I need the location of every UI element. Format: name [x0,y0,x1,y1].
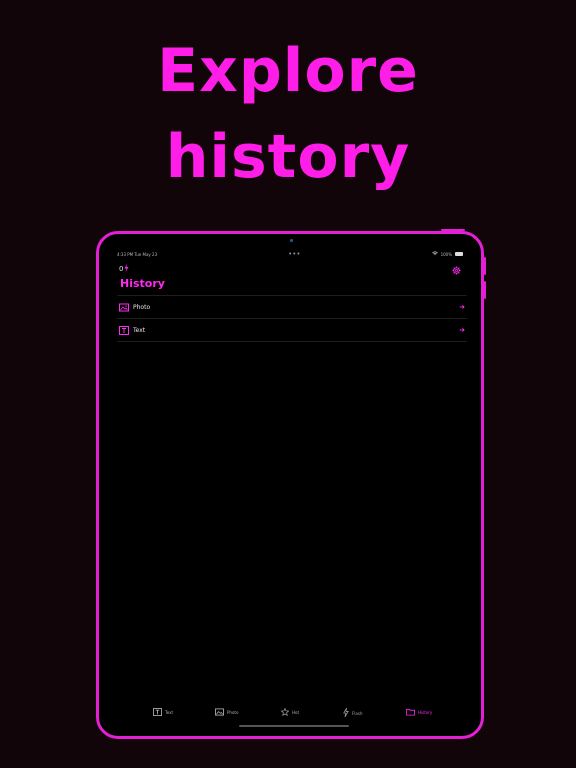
history-row-photo[interactable]: Photo ➜ [117,295,467,318]
history-row-label: Photo [133,303,151,311]
bolt-icon [343,707,349,718]
photo-icon [215,708,224,717]
text-icon [153,708,162,717]
promo-headline: Explore history [0,28,576,200]
top-bar: 0 [119,263,461,275]
status-date: Tue May 23 [134,251,158,257]
home-indicator[interactable] [239,725,349,727]
flash-counter[interactable]: 0 [119,264,129,274]
multitask-dots[interactable]: ••• [288,250,300,258]
history-row-text[interactable]: Text ➜ [117,318,467,342]
settings-gear-icon[interactable] [452,260,461,279]
tab-label: Flash [352,710,363,716]
tab-photo[interactable]: Photo [215,708,238,717]
bolt-icon [124,264,129,274]
status-right: 100% [431,251,463,257]
tablet-device: 4:33 PM Tue May 23 ••• 100% 0 History Ph… [96,231,484,739]
wifi-icon [431,251,438,257]
headline-line-1: Explore [157,36,419,106]
history-row-label: Text [133,326,146,334]
battery-text: 100% [440,251,452,257]
history-list: Photo ➜ Text ➜ [117,295,467,342]
star-icon [280,707,290,717]
device-button-side-1 [484,257,486,275]
tab-text[interactable]: Text [153,708,173,717]
tab-label: Hot [292,710,300,715]
status-time: 4:33 PM [117,251,134,257]
arrow-right-icon: ➜ [459,326,465,334]
text-icon [119,325,129,335]
tab-label: Text [165,710,174,715]
camera-dot [290,239,293,242]
status-time-date: 4:33 PM Tue May 23 [117,252,157,257]
arrow-right-icon: ➜ [459,303,465,311]
tab-label: History [418,710,433,715]
photo-icon [119,303,129,312]
status-bar: 4:33 PM Tue May 23 ••• 100% [117,250,463,258]
folder-icon [406,708,415,717]
battery-icon [455,252,463,256]
counter-value: 0 [119,265,124,273]
tab-hot[interactable]: Hot [280,707,300,717]
tab-label: Photo [227,710,239,715]
device-button-side-2 [484,281,486,299]
headline-line-2: history [165,122,411,192]
page-title: History [120,277,165,290]
tab-flash[interactable]: Flash [343,707,363,718]
tab-bar: Text Photo Hot Flash History [99,707,481,722]
tab-history[interactable]: History [406,708,432,717]
